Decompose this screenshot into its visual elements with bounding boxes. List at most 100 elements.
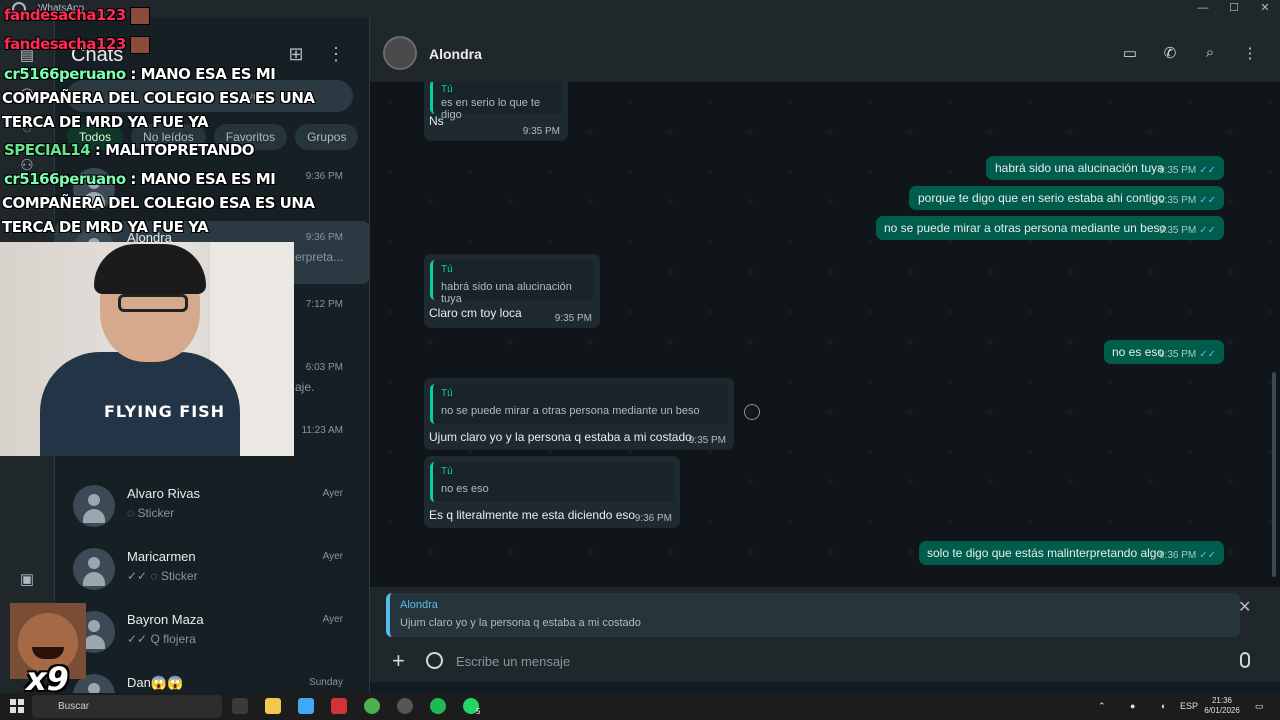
message-outgoing[interactable]: solo te digo que estás malinterpretando …	[919, 541, 1224, 565]
close-window-button[interactable]: ✕	[1250, 0, 1280, 18]
message-text: Ujum claro yo y la persona q estaba a mi…	[429, 430, 692, 444]
message-text: habrá sido una alucinación tuya	[995, 161, 1164, 175]
message-outgoing[interactable]: no es eso 9:35 PM ✓✓	[1104, 340, 1224, 364]
microphone-icon[interactable]	[1240, 652, 1250, 668]
spotify-icon[interactable]	[430, 698, 446, 714]
chat-time: Ayer	[322, 488, 343, 499]
chat-name: Maricarmen	[127, 549, 196, 564]
contact-name[interactable]: Alondra	[429, 46, 482, 62]
stream-chat-line: TERCA DE MRD YA FUE YA	[2, 218, 209, 236]
video-call-icon[interactable]: ▭	[1120, 44, 1140, 64]
message-time: 9:35 PM ✓✓	[1158, 165, 1216, 176]
emoji-icon[interactable]	[426, 652, 443, 669]
stream-chat-line: COMPAÑERA DEL COLEGIO ESA ES UNA	[2, 194, 315, 212]
volume-icon[interactable]: ◖	[1160, 701, 1165, 711]
obs-icon[interactable]	[397, 698, 413, 714]
message-time: 9:36 PM	[634, 513, 672, 524]
clock-date: 6/01/2026	[1204, 706, 1240, 715]
chat-header: Alondra ▭ ✆ ⌕ ⋮	[370, 18, 1280, 82]
whatsapp-window: WhatsApp — ☐ ✕ ▤ ◎ ◌ ⚇ ▣ Chats ⊞ ⋮ vo To…	[0, 0, 1280, 720]
chat-time: Ayer	[322, 614, 343, 625]
chat-time: 9:36 PM	[305, 171, 343, 182]
chrome-icon[interactable]	[364, 698, 380, 714]
search-icon[interactable]: ⌕	[1200, 44, 1220, 64]
stream-chat-line: COMPAÑERA DEL COLEGIO ESA ES UNA	[2, 89, 315, 107]
reply-preview: Alondra Ujum claro yo y la persona q est…	[370, 587, 1280, 642]
close-reply-icon[interactable]: ✕	[1238, 597, 1251, 617]
message-outgoing[interactable]: habrá sido una alucinación tuya 9:35 PM ✓…	[986, 156, 1224, 180]
taskbar-search[interactable]: Buscar	[32, 695, 222, 718]
message-text: solo te digo que estás malinterpretando …	[927, 546, 1164, 560]
chat-menu-icon[interactable]: ⋮	[1240, 44, 1260, 64]
taskbar-search-label: Buscar	[58, 701, 90, 712]
attach-icon[interactable]: +	[392, 650, 405, 672]
message-input[interactable]: Escribe un mensaje	[456, 654, 570, 669]
menu-icon[interactable]: ⋮	[325, 44, 347, 66]
media-icon[interactable]: ▣	[16, 570, 38, 592]
quoted-message[interactable]: Tú es en serio lo que te digo	[430, 82, 562, 121]
message-incoming[interactable]: Tú es en serio lo que te digo Ns 9:35 PM	[424, 82, 568, 141]
chat-row[interactable]: Dan😱😱 Sunday	[55, 666, 370, 693]
message-text: no se puede mirar a otras persona median…	[884, 221, 1167, 235]
message-text: porque te digo que en serio estaba ahi c…	[918, 191, 1165, 205]
task-view-icon[interactable]	[232, 698, 248, 714]
file-explorer-icon[interactable]	[265, 698, 281, 714]
emote-icon	[129, 35, 150, 54]
chat-time: 11:23 AM	[301, 425, 343, 436]
notifications-icon[interactable]: ▭	[1255, 701, 1264, 712]
chat-name: Dan😱😱	[127, 675, 184, 690]
start-icon[interactable]	[10, 699, 24, 713]
tray-chevron-icon[interactable]: ⌃	[1098, 701, 1106, 712]
chat-preview: ◌ Sticker	[127, 506, 175, 520]
filter-grupos[interactable]: Grupos	[295, 124, 359, 150]
read-ticks-icon: ✓✓	[1199, 195, 1216, 206]
stream-chat-line: fandesacha123	[4, 6, 150, 25]
message-incoming[interactable]: Tú habrá sido una alucinación tuya Claro…	[424, 254, 600, 328]
taskbar-clock[interactable]: 21:36 6/01/2026	[1200, 696, 1244, 716]
emote-count: x9	[26, 660, 69, 698]
stream-chat-line: TERCA DE MRD YA FUE YA	[2, 113, 209, 131]
quoted-message[interactable]: Tú habrá sido una alucinación tuya	[430, 260, 594, 305]
minimize-button[interactable]: —	[1188, 0, 1218, 18]
chat-time: Ayer	[322, 551, 343, 562]
message-time: 9:35 PM ✓✓	[1158, 225, 1216, 236]
chat-time: 6:03 PM	[305, 362, 343, 373]
read-ticks-icon: ✓✓	[1199, 165, 1216, 176]
stream-chat-line: fandesacha123	[4, 35, 150, 54]
reply-quote: Alondra Ujum claro yo y la persona q est…	[386, 593, 1240, 637]
chat-name: Bayron Maza	[127, 612, 204, 627]
quoted-message[interactable]: Tú no se puede mirar a otras persona med…	[430, 384, 728, 424]
message-composer: + Escribe un mensaje	[370, 642, 1280, 682]
stream-chat-line: cr5166peruano : MANO ESA ES MI	[4, 170, 276, 188]
voice-call-icon[interactable]: ✆	[1160, 44, 1180, 64]
quoted-message[interactable]: Tú no es eso	[430, 462, 674, 502]
chat-time: 9:36 PM	[305, 232, 343, 243]
message-time: 9:35 PM ✓✓	[1158, 349, 1216, 360]
read-ticks-icon: ✓✓	[1199, 225, 1216, 236]
new-chat-icon[interactable]: ⊞	[285, 44, 307, 66]
reply-text: Ujum claro yo y la persona q estaba a mi…	[400, 617, 641, 629]
maximize-button[interactable]: ☐	[1219, 0, 1249, 18]
contact-avatar[interactable]	[383, 36, 417, 70]
app-icon[interactable]	[331, 698, 347, 714]
emoji-reaction-icon[interactable]	[744, 404, 760, 420]
store-icon[interactable]	[298, 698, 314, 714]
mic-tray-icon[interactable]: ●	[1130, 701, 1135, 711]
streamer-glasses	[118, 294, 188, 312]
chat-row[interactable]: Maricarmen ✓✓ ◌ Sticker Ayer	[55, 540, 370, 603]
message-incoming[interactable]: Tú no es eso Es q literalmente me esta d…	[424, 456, 680, 528]
message-time: 9:36 PM ✓✓	[1158, 550, 1216, 561]
messages-scrollbar[interactable]	[1272, 372, 1276, 577]
chat-row[interactable]: Bayron Maza ✓✓ Q flojera Ayer	[55, 603, 370, 666]
avatar	[73, 485, 115, 527]
stream-chat-line: SPECIAL14 : MALITOPRETANDO	[4, 141, 255, 159]
message-outgoing[interactable]: no se puede mirar a otras persona median…	[876, 216, 1224, 240]
message-incoming[interactable]: Tú no se puede mirar a otras persona med…	[424, 378, 734, 450]
title-bar: WhatsApp — ☐ ✕	[0, 0, 1280, 18]
message-outgoing[interactable]: porque te digo que en serio estaba ahi c…	[909, 186, 1224, 210]
language-label[interactable]: ESP	[1180, 701, 1198, 711]
chat-row[interactable]: Alvaro Rivas ◌ Sticker Ayer	[55, 477, 370, 540]
emote-icon	[129, 6, 150, 25]
chat-time: Sunday	[309, 677, 343, 688]
reply-name: Alondra	[400, 599, 438, 611]
